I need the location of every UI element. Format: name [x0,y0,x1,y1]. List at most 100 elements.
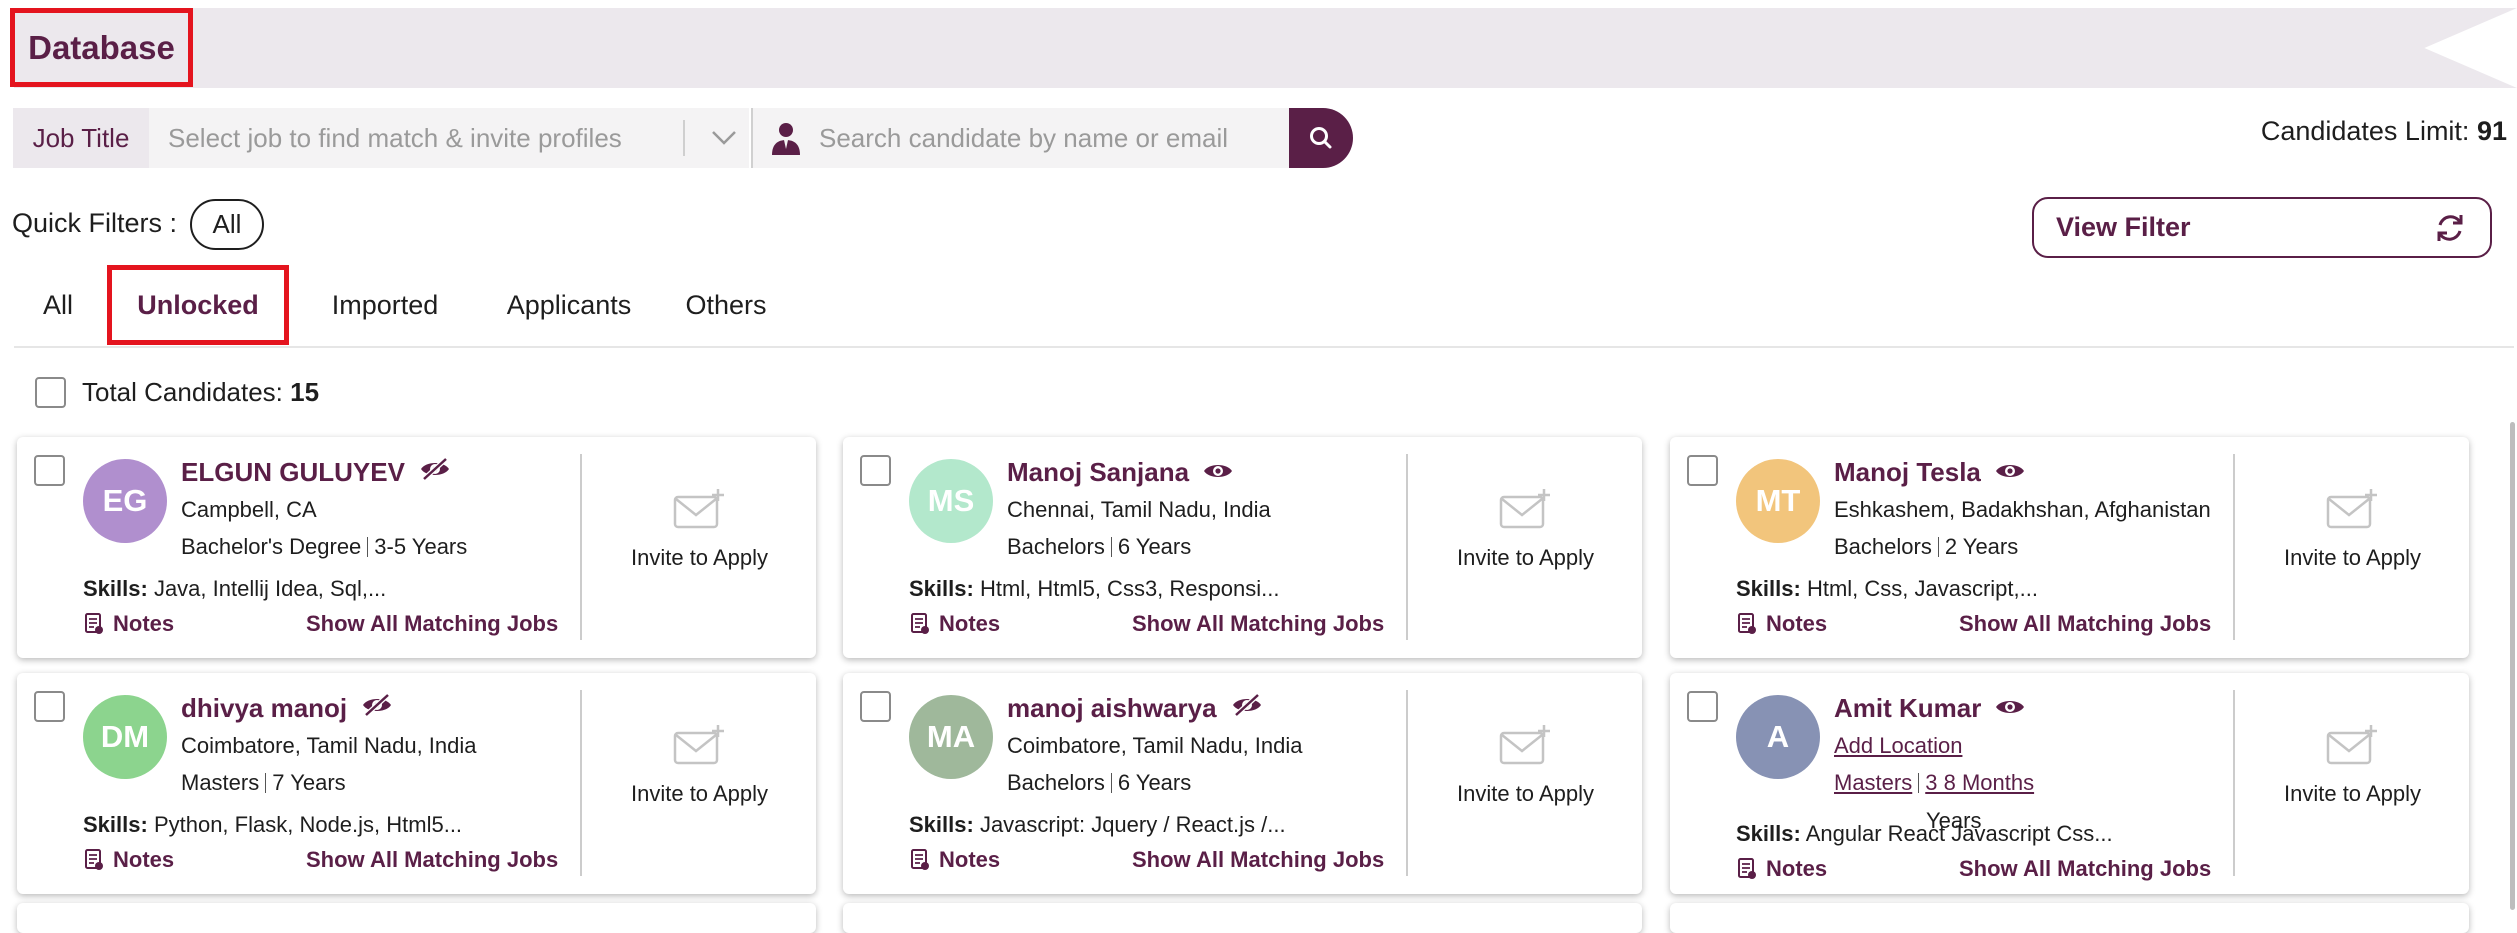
notes-icon [85,849,103,870]
candidate-name[interactable]: Manoj Sanjana [1007,457,1233,488]
candidate-name[interactable]: Manoj Tesla [1834,457,2025,488]
show-matching-jobs-link[interactable]: Show All Matching Jobs [1959,611,2211,637]
eye-slash-icon[interactable] [361,693,393,724]
candidate-skills: Skills: Angular React Javascript Css... [1736,821,2113,847]
show-matching-jobs-link[interactable]: Show All Matching Jobs [1959,856,2211,882]
notes-button[interactable]: Notes [85,611,174,637]
candidate-name-text[interactable]: Manoj Tesla [1834,457,1981,488]
job-title-select[interactable]: Select job to find match & invite profil… [149,108,749,168]
card-divider [1406,454,1408,640]
eye-slash-icon[interactable] [1231,693,1263,724]
avatar: MA [909,695,993,779]
candidate-checkbox[interactable] [1687,455,1718,486]
candidates-limit: Candidates Limit: 91 [2261,116,2507,147]
invite-to-apply-button[interactable]: Invite to Apply [2236,487,2469,571]
invite-to-apply-button[interactable]: Invite to Apply [1409,487,1642,571]
skills-value: Python, Flask, Node.js, Html5... [153,812,463,837]
invite-to-apply-button[interactable]: Invite to Apply [583,487,816,571]
candidate-card[interactable]: EG ELGUN GULUYEV Campbell, CA Bachelor's… [17,437,816,658]
candidate-checkbox[interactable] [860,455,891,486]
notes-label: Notes [113,611,175,636]
show-matching-jobs-link[interactable]: Show All Matching Jobs [1132,611,1384,637]
candidate-name[interactable]: manoj aishwarya [1007,693,1263,724]
quick-filter-chip-all[interactable]: All [190,199,264,250]
eye-icon[interactable] [1203,457,1233,488]
candidate-card[interactable]: MS Manoj Sanjana Chennai, Tamil Nadu, In… [843,437,1642,658]
avatar: MT [1736,459,1820,543]
candidate-education: Masters 3 8 Months [1834,770,2034,796]
candidate-card[interactable]: MA manoj aishwarya Coimbatore, Tamil Nad… [843,673,1642,894]
select-all-checkbox[interactable] [35,377,66,408]
notes-label: Notes [113,847,175,872]
tab-imported[interactable]: Imported [312,265,458,345]
education-divider [265,773,267,793]
notes-button[interactable]: Notes [911,847,1000,873]
invite-to-apply-button[interactable]: Invite to Apply [583,723,816,807]
candidate-name-text[interactable]: Manoj Sanjana [1007,457,1189,488]
candidate-education: Bachelors 6 Years [1007,770,1191,796]
tab-unlocked[interactable]: Unlocked [107,265,289,345]
show-matching-jobs-link[interactable]: Show All Matching Jobs [306,611,558,637]
candidate-education: Bachelors 6 Years [1007,534,1191,560]
scrollbar[interactable] [2510,422,2515,910]
search-button[interactable] [1289,108,1353,168]
view-filter-label: View Filter [2056,212,2191,242]
notes-button[interactable]: Notes [1738,611,1827,637]
notes-label: Notes [1766,611,1828,636]
tab-all[interactable]: All [28,265,88,345]
avatar-initials: DM [100,719,150,754]
education-divider [367,537,369,557]
invite-label: Invite to Apply [631,545,768,570]
skills-label: Skills: [83,576,148,601]
candidate-checkbox[interactable] [860,691,891,722]
candidate-tabs: All Unlocked Imported Applicants Others [14,265,2514,345]
candidate-name-text[interactable]: ELGUN GULUYEV [181,457,405,488]
candidate-name-text[interactable]: Amit Kumar [1834,693,1981,724]
mail-plus-icon [673,489,724,529]
tab-applicants[interactable]: Applicants [479,265,659,345]
candidate-degree: Bachelors [1834,534,1932,559]
candidate-card-partial [17,903,816,933]
show-matching-jobs-link[interactable]: Show All Matching Jobs [1132,847,1384,873]
invite-to-apply-button[interactable]: Invite to Apply [2236,723,2469,807]
avatar: DM [83,695,167,779]
invite-label: Invite to Apply [2284,781,2421,806]
candidate-card[interactable]: DM dhivya manoj Coimbatore, Tamil Nadu, … [17,673,816,894]
candidate-search-input[interactable]: Search candidate by name or email [751,108,1289,168]
candidate-skills: Skills: Html, Html5, Css3, Responsi... [909,576,1279,602]
candidate-card[interactable]: A Amit Kumar Add Location Masters 3 8 Mon… [1670,673,2469,894]
view-filter-button[interactable]: View Filter [2032,197,2492,258]
candidate-degree: Bachelor's Degree [181,534,362,559]
experience-overflow-text: Years [1926,808,1982,833]
eye-icon[interactable] [1995,693,2025,724]
candidate-checkbox[interactable] [1687,691,1718,722]
notes-button[interactable]: Notes [85,847,174,873]
candidate-name[interactable]: ELGUN GULUYEV [181,457,451,488]
invite-to-apply-button[interactable]: Invite to Apply [1409,723,1642,807]
notes-button[interactable]: Notes [911,611,1000,637]
eye-icon[interactable] [1995,457,2025,488]
avatar-initials: A [1766,719,1790,754]
add-location-link[interactable]: Add Location [1834,733,1962,759]
candidate-name-text[interactable]: manoj aishwarya [1007,693,1217,724]
show-matching-jobs-link[interactable]: Show All Matching Jobs [306,847,558,873]
candidate-name[interactable]: dhivya manoj [181,693,393,724]
candidate-checkbox[interactable] [34,455,65,486]
skills-label: Skills: [1736,821,1801,846]
candidate-card-partial [1670,903,2469,933]
eye-slash-icon[interactable] [419,457,451,488]
candidate-name[interactable]: Amit Kumar [1834,693,2025,724]
candidate-checkbox[interactable] [34,691,65,722]
candidate-name-text[interactable]: dhivya manoj [181,693,347,724]
candidate-location: Eshkashem, Badakhshan, Afghanistan [1834,497,2211,522]
candidate-card[interactable]: MT Manoj Tesla Eshkashem, Badakhshan, Af… [1670,437,2469,658]
skills-label: Skills: [83,812,148,837]
tab-others[interactable]: Others [666,265,786,345]
total-label: Total Candidates: [82,377,283,407]
avatar-initials: MA [926,719,976,754]
candidate-degree: Masters [181,770,260,795]
chevron-down-icon[interactable] [699,130,749,146]
notes-button[interactable]: Notes [1738,856,1827,882]
page-title: Database [10,8,193,87]
search-icon [1310,127,1332,149]
